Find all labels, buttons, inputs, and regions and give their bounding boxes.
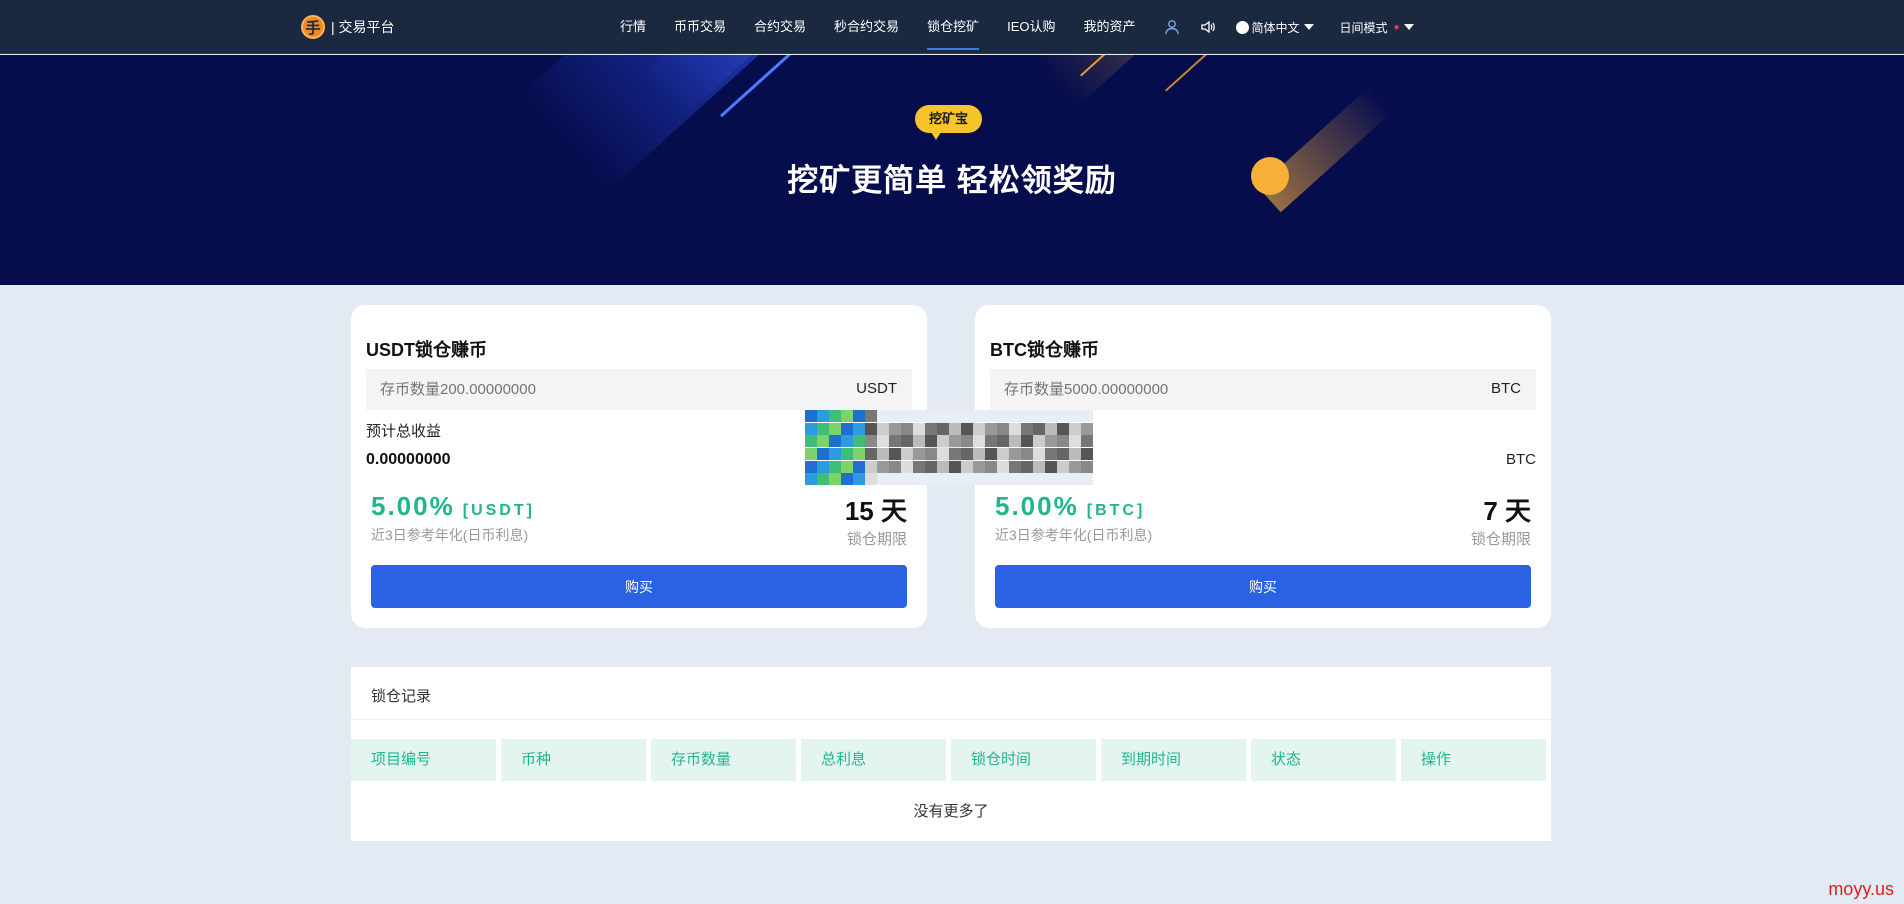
estimated-earnings-unit: BTC xyxy=(1506,451,1536,468)
estimated-earnings-value: 0.00000000 xyxy=(366,451,451,468)
lock-period-value: 7 天 xyxy=(1483,496,1531,526)
chevron-down-icon xyxy=(1403,24,1414,30)
amount-input[interactable] xyxy=(366,369,826,410)
lock-period-label: 锁仓期限 xyxy=(1470,531,1531,548)
column-header-lock-time: 锁仓时间 xyxy=(951,739,1096,781)
pixelated-overlay xyxy=(805,410,1097,486)
annual-rate-unit: [BTC] xyxy=(1086,502,1146,519)
annual-rate: 5.00% [BTC] xyxy=(995,491,1145,522)
amount-input[interactable] xyxy=(990,369,1450,410)
watermark: moyy.us xyxy=(1828,879,1894,899)
language-label: 简体中文 xyxy=(1251,20,1300,35)
annual-rate-unit: [USDT] xyxy=(462,502,535,519)
chevron-down-icon xyxy=(1303,24,1314,30)
amount-unit: USDT xyxy=(856,380,897,397)
theme-mode-select[interactable]: 日间模式 ● xyxy=(1340,19,1414,36)
buy-button[interactable]: 购买 xyxy=(371,565,907,608)
divider xyxy=(351,719,1551,720)
notification-dot: ● xyxy=(1393,21,1400,33)
column-header-expiry-time: 到期时间 xyxy=(1101,739,1246,781)
lock-records-panel: 锁仓记录 项目编号 币种 存币数量 总利息 锁仓时间 到期时间 状态 操作 没有… xyxy=(351,667,1551,841)
amount-unit: BTC xyxy=(1491,380,1521,397)
estimated-earnings-label: 预计总收益 xyxy=(366,423,442,440)
column-header-amount: 存币数量 xyxy=(651,739,796,781)
globe-icon xyxy=(1235,20,1249,34)
user-icon[interactable] xyxy=(1164,19,1180,35)
records-table-header: 项目编号 币种 存币数量 总利息 锁仓时间 到期时间 状态 操作 xyxy=(351,739,1551,781)
annual-rate-value: 5.00% xyxy=(371,491,455,521)
amount-field: BTC xyxy=(990,369,1536,410)
top-navbar: 手 | 交易平台 行情 币币交易 合约交易 秒合约交易 锁仓挖矿 IEO认购 我… xyxy=(0,0,1904,54)
card-title: USDT锁仓赚币 xyxy=(366,340,487,360)
annual-rate-label: 近3日参考年化(日币利息) xyxy=(371,527,529,543)
column-header-total-interest: 总利息 xyxy=(801,739,946,781)
lock-period-label: 锁仓期限 xyxy=(846,531,907,548)
nav-market[interactable]: 行情 xyxy=(620,0,646,54)
nav-ieo[interactable]: IEO认购 xyxy=(1007,0,1055,54)
main-nav: 行情 币币交易 合约交易 秒合约交易 锁仓挖矿 IEO认购 我的资产 简体中文 … xyxy=(620,0,1440,54)
nav-second-contract[interactable]: 秒合约交易 xyxy=(834,0,899,54)
nav-lock-mining[interactable]: 锁仓挖矿 xyxy=(927,0,980,54)
mining-badge: 挖矿宝 xyxy=(915,105,983,140)
amount-field: USDT xyxy=(366,369,912,410)
theme-mode-label: 日间模式 xyxy=(1339,20,1388,35)
column-header-currency: 币种 xyxy=(501,739,646,781)
decor-beam xyxy=(1165,55,1234,92)
banner-title: 挖矿更简单 轻松领奖励 xyxy=(787,163,1117,198)
column-header-action: 操作 xyxy=(1401,739,1546,781)
annual-rate: 5.00% [USDT] xyxy=(371,491,535,522)
column-header-status: 状态 xyxy=(1251,739,1396,781)
card-title: BTC锁仓赚币 xyxy=(990,340,1099,360)
language-select[interactable]: 简体中文 xyxy=(1235,19,1314,36)
annual-rate-value: 5.00% xyxy=(995,491,1079,521)
annual-rate-label: 近3日参考年化(日币利息) xyxy=(995,527,1153,543)
nav-contract-trade[interactable]: 合约交易 xyxy=(754,0,806,54)
column-header-project-id: 项目编号 xyxy=(351,739,496,781)
records-title: 锁仓记录 xyxy=(371,688,432,705)
buy-button[interactable]: 购买 xyxy=(995,565,1531,608)
decor-beam xyxy=(1030,55,1256,108)
nav-spot-trade[interactable]: 币币交易 xyxy=(674,0,726,54)
brand[interactable]: 手 | 交易平台 xyxy=(301,15,395,39)
brand-logo-icon: 手 xyxy=(301,15,325,39)
nav-assets[interactable]: 我的资产 xyxy=(1083,0,1135,54)
hero-banner: 挖矿宝 挖矿更简单 轻松领奖励 xyxy=(0,55,1904,285)
sound-icon[interactable] xyxy=(1200,19,1216,35)
empty-state-text: 没有更多了 xyxy=(913,803,989,820)
lock-period-value: 15 天 xyxy=(844,496,907,526)
brand-text: | 交易平台 xyxy=(331,19,395,35)
